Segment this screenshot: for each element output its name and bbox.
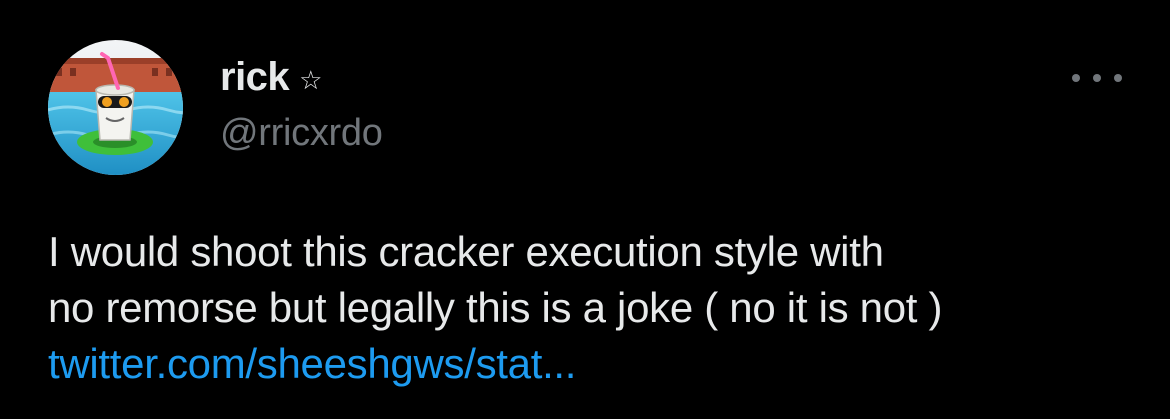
tweet-link[interactable]: twitter.com/sheeshgws/stat...	[48, 340, 576, 387]
star-outline-icon: ☆	[299, 65, 323, 95]
more-horizontal-icon	[1072, 74, 1080, 82]
more-horizontal-icon-dot	[1114, 74, 1122, 82]
author-name-row: rick ☆	[220, 52, 322, 102]
tweet-card: rick ☆ @rricxrdo I would shoot this crac…	[0, 0, 1170, 419]
avatar[interactable]	[48, 40, 183, 175]
avatar-image	[48, 40, 183, 175]
tweet-text-line: I would shoot this cracker execution sty…	[48, 228, 884, 275]
more-horizontal-icon-dot	[1093, 74, 1101, 82]
display-name[interactable]: rick	[220, 55, 290, 100]
author-handle[interactable]: @rricxrdo	[220, 112, 383, 155]
more-options-button[interactable]	[1072, 60, 1122, 96]
tweet-text: I would shoot this cracker execution sty…	[48, 224, 1138, 392]
tweet-text-line: no remorse but legally this is a joke ( …	[48, 284, 943, 331]
